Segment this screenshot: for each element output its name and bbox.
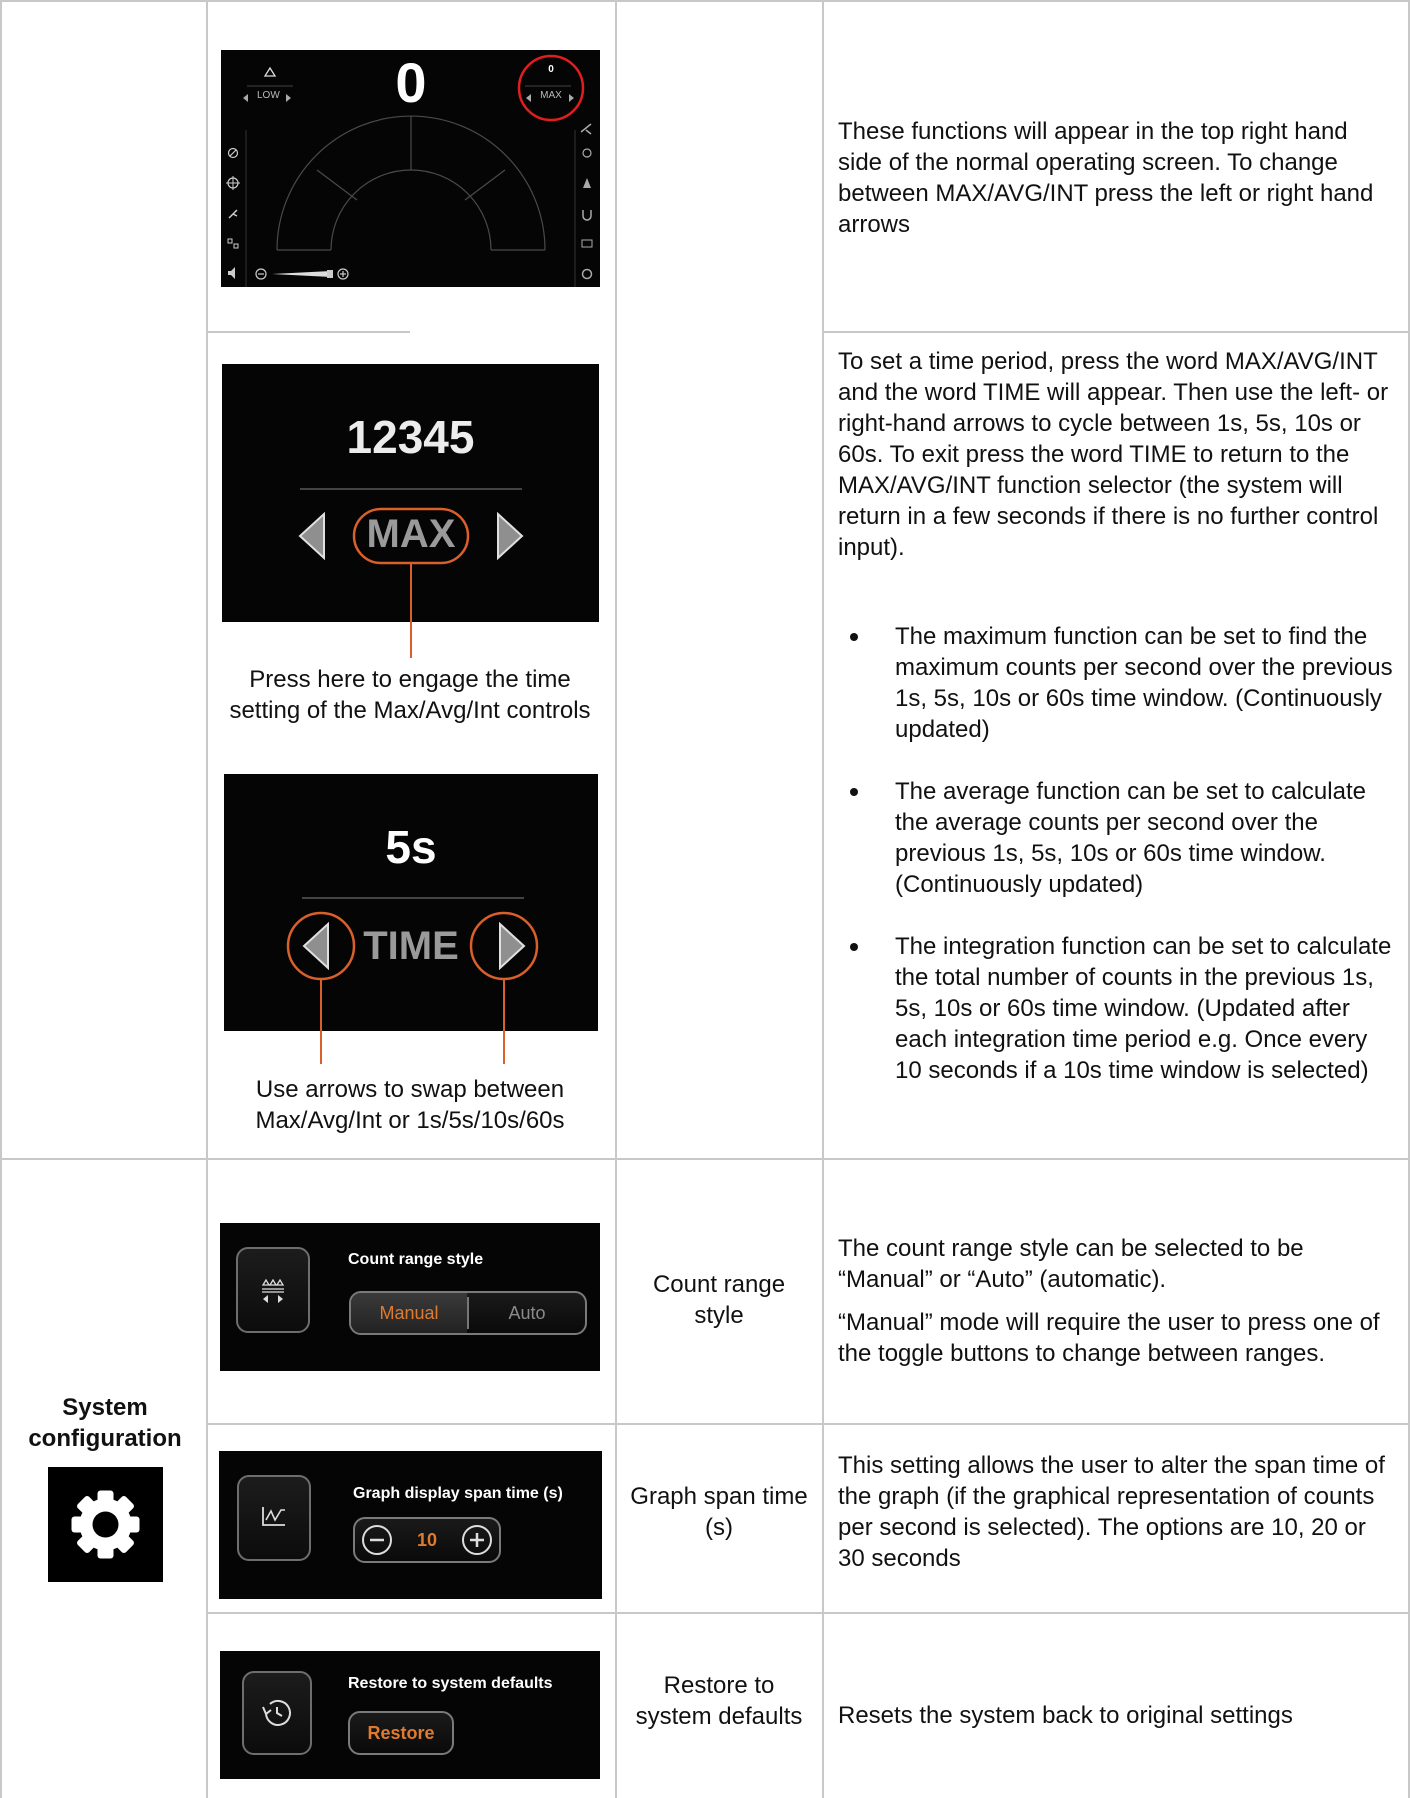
table-row-divider — [206, 1612, 1410, 1614]
graph-span-screenshot: Graph display span time (s) 10 — [219, 1451, 602, 1599]
arrow-right-icon — [286, 94, 291, 102]
list-item: The integration function can be set to c… — [838, 931, 1394, 1086]
network-icon — [227, 238, 233, 244]
list-item: The maximum function can be set to find … — [838, 621, 1394, 745]
toggle-manual[interactable]: Manual — [351, 1293, 467, 1333]
table-column-divider — [615, 0, 617, 1798]
function-list: The maximum function can be set to find … — [838, 621, 1394, 1117]
range-toggle[interactable]: Manual Auto — [349, 1291, 587, 1335]
row3-description-1: The count range style can be selected to… — [838, 1235, 1304, 1293]
restore-ui-title: Restore to system defaults — [348, 1675, 553, 1692]
toggle-auto[interactable]: Auto — [469, 1293, 585, 1333]
probe-icon — [228, 209, 238, 219]
count-value: 12345 — [346, 411, 475, 463]
settings-icon — [581, 268, 593, 280]
gear-icon — [48, 1467, 163, 1582]
graph-span-tile[interactable] — [237, 1475, 311, 1561]
span-stepper[interactable]: 10 — [353, 1517, 501, 1563]
row2-intro: To set a time period, press the word MAX… — [838, 348, 1389, 561]
count-value: 0 — [395, 51, 427, 114]
section-title: System configuration — [28, 1394, 182, 1452]
row3-name: Count range style — [652, 1271, 786, 1329]
span-value: 10 — [416, 1530, 438, 1550]
max-label[interactable]: MAX — [539, 90, 563, 101]
main-screen-screenshot: LOW 0 0 MAX — [221, 50, 600, 287]
speaker-icon — [228, 267, 235, 279]
table-row-divider — [206, 331, 410, 333]
count-range-ui-title: Count range style — [348, 1251, 484, 1268]
callout-line — [410, 563, 412, 658]
list-item: The average function can be set to calcu… — [838, 776, 1394, 900]
arrow-left-icon — [243, 94, 248, 102]
flask-icon — [583, 178, 591, 188]
arrow-right-icon — [497, 511, 524, 561]
count-range-tile[interactable] — [236, 1247, 310, 1333]
arrow-right-icon — [569, 94, 574, 102]
count-range-screenshot: Count range style Manual Auto — [220, 1223, 600, 1371]
restore-button[interactable]: Restore — [348, 1711, 454, 1755]
callout-line — [503, 978, 505, 1064]
volume-slider — [272, 271, 331, 277]
arrow-left-icon — [526, 94, 531, 102]
row5-description: Resets the system back to original setti… — [838, 1702, 1293, 1729]
time-value: 5s — [385, 821, 437, 873]
graph-span-ui-title: Graph display span time (s) — [353, 1485, 563, 1502]
arrow-left-icon — [302, 921, 329, 971]
table-row-divider — [822, 331, 1410, 333]
alarm-triangle-icon — [263, 66, 277, 77]
pen-icon — [580, 123, 592, 135]
caption-arrows: Use arrows to swap between Max/Avg/Int o… — [255, 1076, 565, 1134]
row4-description: This setting allows the user to alter th… — [838, 1452, 1385, 1572]
max-value: 0 — [548, 64, 554, 75]
caption-time-setting: Press here to engage the time setting of… — [229, 666, 591, 724]
low-label[interactable]: LOW — [257, 90, 280, 101]
row5-name: Restore to system defaults — [635, 1672, 803, 1730]
table-border-top — [0, 0, 1410, 2]
callout-line — [320, 978, 322, 1064]
radiation-icon — [582, 148, 592, 158]
time-selector-screenshot: 5s TIME — [224, 774, 598, 1031]
row1-description: These functions will appear in the top r… — [838, 118, 1374, 238]
table-border-left — [0, 0, 2, 1798]
row3-description-2: “Manual” mode will require the user to p… — [838, 1309, 1380, 1367]
arrow-right-icon — [499, 921, 526, 971]
row4-name: Graph span time (s) — [630, 1483, 808, 1541]
magnet-icon — [582, 210, 592, 221]
monitor-icon — [581, 239, 593, 248]
time-label[interactable]: TIME — [354, 924, 468, 969]
table-column-divider — [206, 0, 208, 1798]
restore-icon — [262, 1699, 291, 1726]
range-icon — [261, 1278, 285, 1303]
graph-icon — [262, 1507, 285, 1526]
restore-defaults-screenshot: Restore to system defaults Restore — [220, 1651, 600, 1779]
max-label[interactable]: MAX — [354, 512, 468, 557]
table-column-divider — [822, 0, 824, 1798]
table-row-divider — [0, 1158, 1410, 1160]
restore-tile[interactable] — [242, 1671, 312, 1755]
table-row-divider — [206, 1423, 1410, 1425]
